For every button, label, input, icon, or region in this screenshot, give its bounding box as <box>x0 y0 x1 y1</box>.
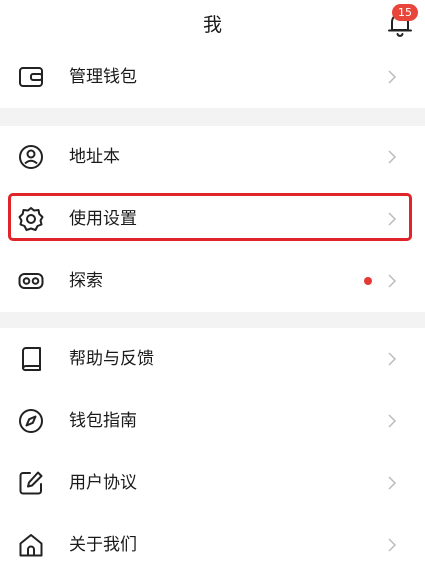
chevron-right-icon <box>388 352 397 366</box>
menu-item-label: 钱包指南 <box>69 411 137 431</box>
menu-item-address-book[interactable]: 地址本 <box>0 126 425 188</box>
menu-item-label: 用户协议 <box>69 473 137 493</box>
user-circle-icon <box>19 145 43 169</box>
chevron-right-icon <box>388 538 397 552</box>
menu-item-settings[interactable]: 使用设置 <box>0 188 425 250</box>
menu-item-help-feedback[interactable]: 帮助与反馈 <box>0 328 425 390</box>
section-divider <box>0 312 425 328</box>
compass-icon <box>19 409 43 433</box>
menu-item-label: 管理钱包 <box>69 67 137 87</box>
menu-item-about-us[interactable]: 关于我们 <box>0 514 425 573</box>
chevron-right-icon <box>388 274 397 288</box>
chevron-right-icon <box>388 150 397 164</box>
vr-goggles-icon <box>18 273 44 289</box>
edit-icon <box>19 471 43 495</box>
menu-item-label: 探索 <box>69 271 103 291</box>
section-divider <box>0 108 425 126</box>
home-icon <box>19 534 43 557</box>
menu-item-manage-wallet[interactable]: 管理钱包 <box>0 46 425 108</box>
menu-item-label: 关于我们 <box>69 535 137 555</box>
menu-item-wallet-guide[interactable]: 钱包指南 <box>0 390 425 452</box>
gear-icon <box>18 207 44 231</box>
menu-item-label: 帮助与反馈 <box>69 349 154 369</box>
menu-item-user-agreement[interactable]: 用户协议 <box>0 452 425 514</box>
page-title: 我 <box>202 14 222 36</box>
notification-badge: 15 <box>392 4 418 21</box>
new-indicator-dot <box>364 277 372 285</box>
chevron-right-icon <box>388 70 397 84</box>
book-icon <box>22 347 41 372</box>
wallet-icon <box>19 67 43 87</box>
menu-item-explore[interactable]: 探索 <box>0 250 425 312</box>
menu-item-label: 使用设置 <box>69 209 137 229</box>
chevron-right-icon <box>388 476 397 490</box>
chevron-right-icon <box>388 414 397 428</box>
top-bar: 我 15 <box>0 0 425 46</box>
chevron-right-icon <box>388 212 397 226</box>
menu-item-label: 地址本 <box>69 147 120 167</box>
